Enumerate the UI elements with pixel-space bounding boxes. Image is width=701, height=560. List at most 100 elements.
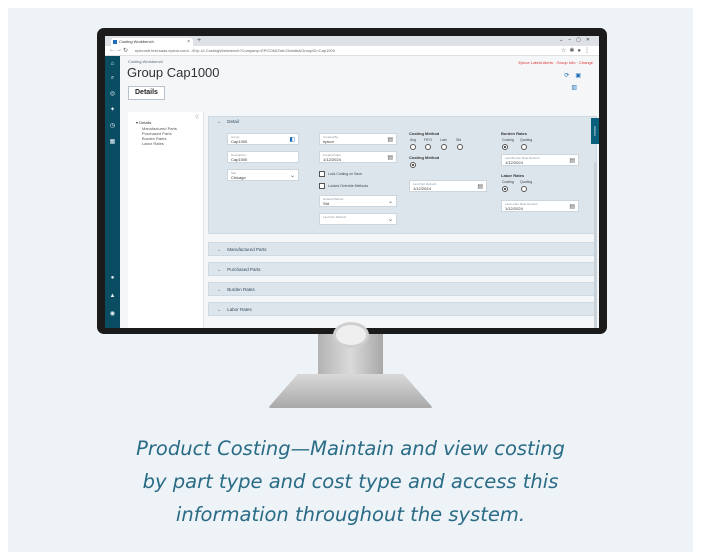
labor-costing-label: Costing — [502, 180, 514, 184]
std-label: Std — [456, 138, 462, 142]
tree-panel: ⟨⟨ ▾ Details Manufactured Parts Purchase… — [128, 112, 204, 328]
burden-costing-label: Costing — [502, 138, 514, 142]
caption-line-3: information throughout the system. — [175, 503, 526, 526]
labor-refresh-field[interactable]: Last Labor Rate Refresh 1/12/2024 ▤ — [501, 200, 579, 212]
manufactured-parts-section[interactable]: ⌄ Manufactured Parts — [208, 242, 597, 256]
new-tab-icon[interactable]: + — [197, 37, 201, 44]
costing-method-2-radio[interactable] — [410, 162, 416, 168]
toolbar-grid-icon[interactable]: ▥ — [571, 84, 577, 91]
locked-override-label: Locked Override Methods — [328, 184, 369, 188]
manufactured-parts-header: Manufactured Parts — [227, 247, 267, 252]
created-date-field[interactable]: Created Date 1/12/2024 ▤ — [319, 151, 397, 163]
browser-toolbar-icons[interactable]: ☆✱●⋮ — [561, 47, 593, 54]
user-icon[interactable]: ◉ — [105, 310, 120, 318]
description-field[interactable]: Description Cap1000 — [227, 151, 299, 163]
chevron-down-icon: ⌄ — [217, 247, 222, 253]
calendar-icon[interactable]: ▤ — [477, 183, 483, 190]
avg-radio[interactable] — [410, 144, 416, 150]
breadcrumb[interactable]: Costing Workbench — [128, 59, 163, 64]
grid-icon[interactable]: ▦ — [105, 138, 120, 146]
history-icon[interactable]: ◷ — [105, 122, 120, 130]
monitor-screen: Costing Workbench × + ⌄–▢✕ ← → ↻ epicors… — [105, 36, 599, 328]
details-button[interactable]: Details — [128, 86, 165, 100]
calendar-icon[interactable]: ▤ — [569, 203, 575, 210]
address-bar: ← → ↻ epicorsb.test.saas.epicor.com/.../… — [105, 46, 599, 56]
actions-side-tab[interactable]: Actions — [591, 118, 599, 144]
browser-tab-title: Costing Workbench — [119, 39, 154, 44]
fifo-radio[interactable] — [425, 144, 431, 150]
last-part-refresh-field[interactable]: Last Part Refresh 1/12/2024 ▤ — [409, 180, 487, 192]
side-nav-rail: ⌂ ⌕ ◎ ✦ ◷ ▦ ● ▲ ◉ — [105, 56, 120, 328]
labor-quoting-radio[interactable] — [521, 186, 527, 192]
fifo-label: FIFO — [424, 138, 432, 142]
burden-rates-section[interactable]: ⌄ Burden Rates — [208, 282, 597, 296]
burden-refresh-field[interactable]: Last Burden Rate Refresh 1/12/2024 ▤ — [501, 154, 579, 166]
url-field[interactable]: epicorsb.test.saas.epicor.com/.../Erp.UI… — [135, 48, 435, 54]
notifications-icon[interactable]: ▲ — [105, 292, 120, 300]
burden-quoting-radio[interactable] — [521, 144, 527, 150]
labor-costing-radio[interactable] — [502, 186, 508, 192]
close-tab-icon[interactable]: × — [187, 38, 190, 46]
app-favicon-icon — [113, 40, 117, 44]
header-action-icons[interactable]: ⟳▣ — [564, 72, 587, 79]
caption-line-1: Product Costing—Maintain and view costin… — [136, 437, 565, 460]
reload-icon[interactable]: ↻ — [123, 47, 128, 54]
alert-text[interactable]: Epicor Latest Alerts · Group Info · Chan… — [519, 60, 593, 65]
lookup-icon[interactable]: ◧ — [289, 136, 295, 143]
costing-method-2-title: Costing Method — [409, 155, 440, 160]
pin-icon[interactable]: ⟨⟨ — [195, 114, 199, 120]
globe-icon[interactable]: ◎ — [105, 90, 120, 98]
burden-rates-header: Burden Rates — [227, 287, 255, 292]
search-icon[interactable]: ⌕ — [105, 74, 120, 82]
created-by-field[interactable]: Created By epicor ▤ — [319, 133, 397, 145]
help-icon[interactable]: ● — [105, 274, 120, 282]
detail-section: ⌄ Detail Group Cap1000 ◧ Description Cap100… — [208, 116, 597, 234]
labor-rates-title: Labor Rates — [501, 173, 525, 178]
back-icon[interactable]: ← — [109, 47, 115, 53]
settings-icon[interactable]: ✦ — [105, 106, 120, 114]
page-title: Group Cap1000 — [127, 65, 220, 80]
group-field[interactable]: Group Cap1000 ◧ — [227, 133, 299, 145]
chevron-down-icon: ⌄ — [217, 267, 222, 273]
chevron-down-icon: ⌄ — [217, 287, 222, 293]
locked-override-checkbox[interactable] — [319, 183, 325, 189]
last-label: Last — [440, 138, 447, 142]
last-radio[interactable] — [441, 144, 447, 150]
purchased-parts-section[interactable]: ⌄ Purchased Parts — [208, 262, 597, 276]
scrollbar[interactable] — [594, 162, 597, 328]
labor-rates-section[interactable]: ⌄ Labor Rates — [208, 302, 597, 316]
app-area: Costing Workbench Group Cap1000 Epicor L… — [120, 56, 599, 328]
tree-item-labor-rates[interactable]: Labor Rates — [142, 141, 164, 146]
labor-quoting-label: Quoting — [520, 180, 533, 184]
burden-rates-title: Burden Rates — [501, 131, 528, 136]
home-icon[interactable]: ⌂ — [105, 60, 120, 68]
tree-root-details[interactable]: ▾ Details — [136, 120, 151, 125]
cost-type-field[interactable]: Last Part Refresh ⌄ — [319, 213, 397, 225]
chevron-down-icon: ⌄ — [217, 307, 222, 313]
dropdown-icon[interactable]: ⌄ — [388, 216, 393, 223]
caption: Product Costing—Maintain and view costin… — [8, 432, 693, 531]
site-field[interactable]: Site Chicago ⌄ — [227, 169, 299, 181]
calendar-icon[interactable]: ▤ — [387, 136, 393, 143]
lock-costing-label: Lock Costing on Save — [328, 172, 363, 176]
burden-costing-radio[interactable] — [502, 144, 508, 150]
stand-cable-hole — [333, 322, 369, 348]
costing-method-title: Costing Method — [409, 131, 440, 136]
dropdown-icon[interactable]: ⌄ — [388, 198, 393, 205]
std-radio[interactable] — [457, 144, 463, 150]
chevron-down-icon: ⌄ — [217, 119, 222, 125]
default-method-field[interactable]: Default Method Std ⌄ — [319, 195, 397, 207]
window-controls[interactable]: ⌄–▢✕ — [559, 37, 595, 43]
burden-quoting-label: Quoting — [520, 138, 533, 142]
avg-label: Avg — [410, 138, 416, 142]
dropdown-icon[interactable]: ⌄ — [290, 172, 295, 179]
browser-tab[interactable]: Costing Workbench × — [111, 38, 193, 46]
lock-costing-checkbox[interactable] — [319, 171, 325, 177]
browser-tab-bar: Costing Workbench × + ⌄–▢✕ — [105, 36, 599, 46]
labor-rates-header: Labor Rates — [227, 307, 252, 312]
calendar-icon[interactable]: ▤ — [569, 157, 575, 164]
purchased-parts-header: Purchased Parts — [227, 267, 261, 272]
detail-section-header[interactable]: ⌄ Detail — [217, 117, 239, 127]
forward-icon[interactable]: → — [116, 47, 122, 53]
calendar-icon[interactable]: ▤ — [387, 154, 393, 161]
